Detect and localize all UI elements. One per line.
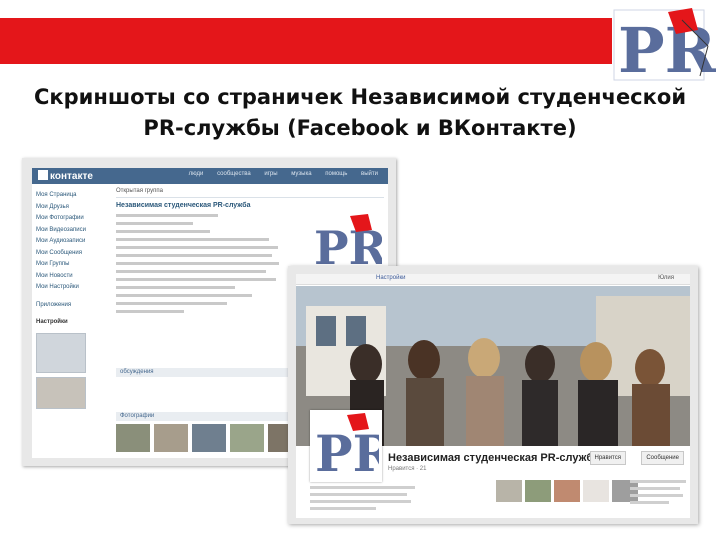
slide-title-line2: PR-службы (Facebook и ВКонтакте) [143, 116, 577, 140]
pr-logo: PR [613, 8, 716, 86]
vk-nav-item[interactable]: сообщества [217, 171, 251, 177]
fb-app-strip [496, 480, 638, 502]
vk-photo-thumb[interactable] [192, 424, 226, 452]
vk-sidebar: Моя Страница Мои Друзья Мои Фотографии М… [36, 190, 106, 413]
fb-app-thumb[interactable] [554, 480, 580, 502]
vk-group-info [116, 214, 286, 318]
vk-photo-thumb[interactable] [230, 424, 264, 452]
vk-logo-icon [38, 170, 48, 180]
vk-photo-thumb[interactable] [116, 424, 150, 452]
logo-letters: PR [618, 14, 716, 86]
vk-side-item[interactable]: Мои Сообщения [36, 248, 106, 260]
fb-side-panel [630, 480, 686, 508]
vk-nav-item[interactable]: помощь [325, 171, 347, 177]
vk-side-item[interactable]: Мои Настройки [36, 282, 106, 294]
vk-side-item[interactable]: Моя Страница [36, 190, 106, 202]
fb-avatar-pr-logo: PR [313, 413, 395, 483]
vk-photo-strip [116, 424, 302, 452]
fb-like-button[interactable]: Нравится [589, 451, 626, 465]
vk-side-item[interactable]: Мои Видеозаписи [36, 225, 106, 237]
fb-topbar: Настройки Юлия [296, 274, 690, 285]
vk-side-ad-image [36, 376, 86, 409]
fb-page: Настройки Юлия PR Независимая студенческ… [296, 274, 690, 518]
svg-text:PR: PR [315, 424, 379, 479]
fb-page-avatar[interactable]: PR [310, 410, 395, 483]
fb-page-subtitle: Нравится · 21 [388, 466, 427, 472]
vk-group-name: Независимая студенческая PR-служба [116, 202, 251, 209]
vk-nav-item[interactable]: игры [264, 171, 277, 177]
vk-nav: люди сообщества игры музыка помощь выйти [177, 171, 378, 177]
fb-page-info [310, 486, 420, 514]
vk-photo-thumb[interactable] [154, 424, 188, 452]
slide-title-line1: Скриншоты со страничек Независимой студе… [33, 85, 687, 109]
vk-side-item[interactable]: Мои Аудиозаписи [36, 236, 106, 248]
fb-app-thumb[interactable] [583, 480, 609, 502]
vk-brand: контакте [38, 170, 93, 182]
svg-text:PR: PR [314, 221, 382, 270]
vk-nav-item[interactable]: люди [189, 171, 204, 177]
slide-title: Скриншоты со страничек Независимой студе… [20, 82, 700, 144]
header-red-band [0, 18, 612, 64]
vk-topbar: контакте люди сообщества игры музыка пом… [32, 168, 388, 184]
facebook-screenshot: Настройки Юлия PR Независимая студенческ… [288, 266, 698, 524]
fb-app-thumb[interactable] [496, 480, 522, 502]
fb-top-label[interactable]: Настройки [376, 275, 405, 281]
vk-side-map [36, 332, 86, 373]
vk-nav-item[interactable]: музыка [291, 171, 311, 177]
vk-pr-logo: PR [314, 214, 382, 270]
vk-side-extra[interactable]: Приложения [36, 300, 106, 312]
fb-page-name: Независимая студенческая PR-служба [388, 452, 600, 464]
vk-side-item[interactable]: Мои Группы [36, 259, 106, 271]
vk-side-item[interactable]: Мои Друзья [36, 202, 106, 214]
fb-message-button[interactable]: Сообщение [641, 451, 684, 465]
vk-side-bold: Настройки [36, 319, 68, 325]
vk-nav-item[interactable]: выйти [361, 171, 378, 177]
fb-app-thumb[interactable] [525, 480, 551, 502]
vk-side-item[interactable]: Мои Фотографии [36, 213, 106, 225]
vk-side-item[interactable]: Мои Новости [36, 271, 106, 283]
vk-main-header: Открытая группа [116, 188, 384, 198]
fb-user-label[interactable]: Юлия [658, 275, 674, 281]
